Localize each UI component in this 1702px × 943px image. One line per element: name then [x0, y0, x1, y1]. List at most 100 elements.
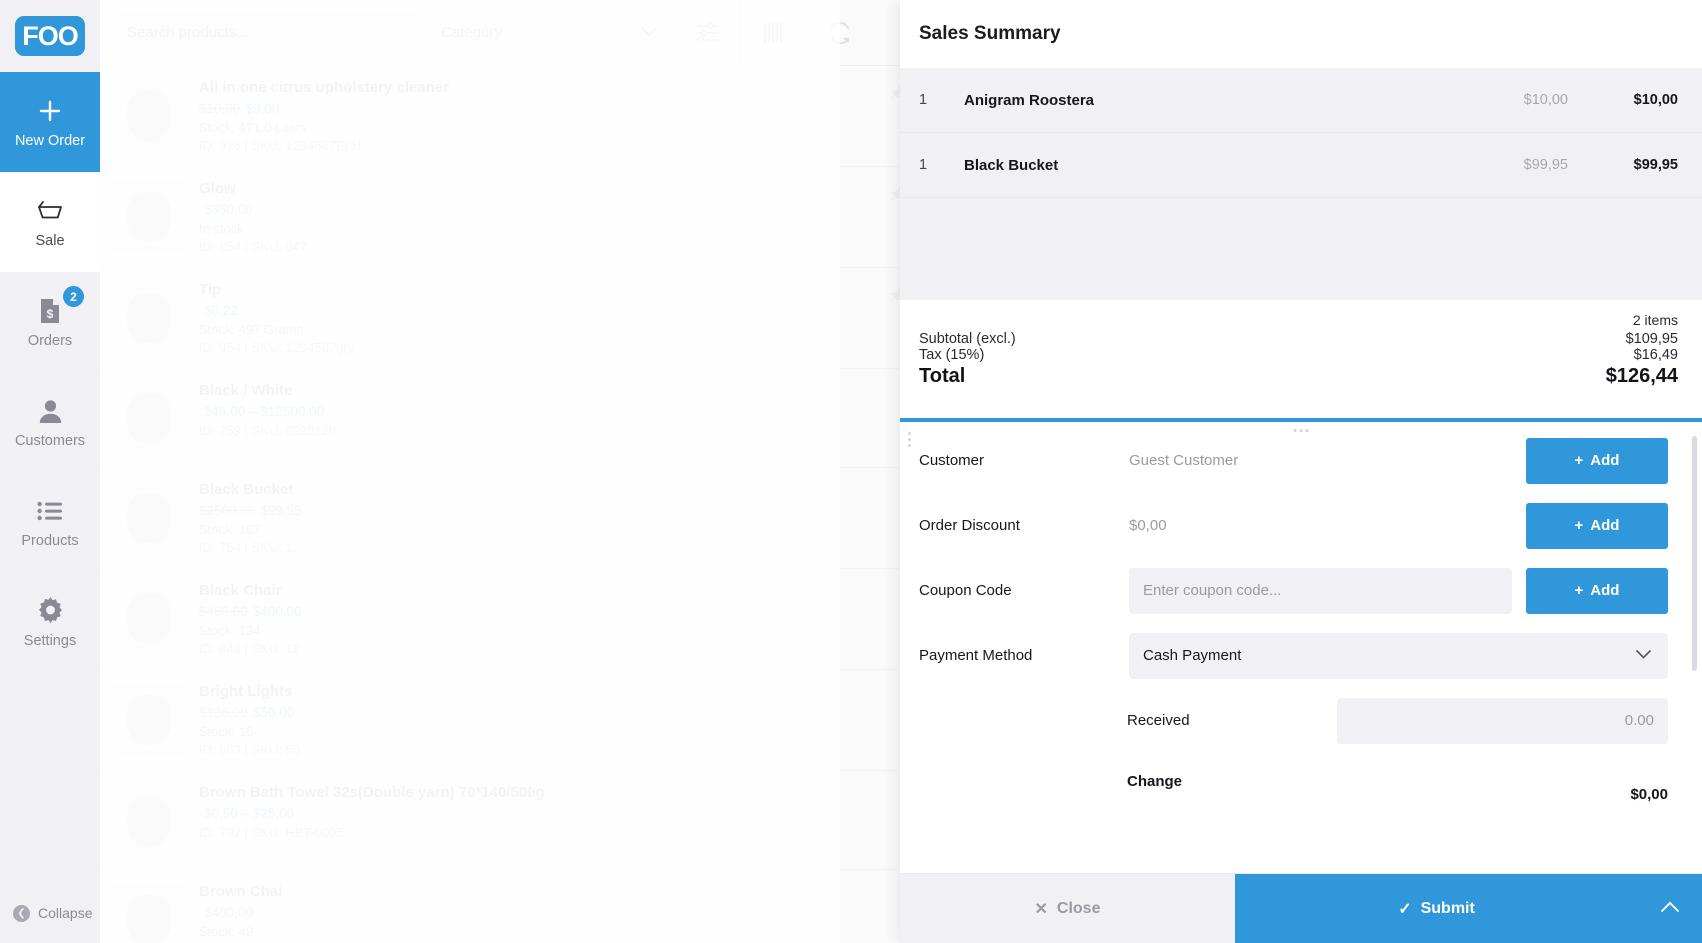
refresh-icon: [828, 21, 852, 45]
check-icon: ✓: [1398, 900, 1412, 918]
resize-handle-icon[interactable]: [1293, 429, 1309, 432]
expand-panel-button[interactable]: [1638, 874, 1702, 943]
product-meta: ID: 754 | SKU: 1: [199, 540, 293, 555]
product-list-item[interactable]: Brown Chai $400,00 Stock: 49: [100, 870, 940, 943]
product-list-item[interactable]: All in one citrus upholstery cleaner $10…: [100, 66, 940, 167]
sidebar-item-products[interactable]: Products: [0, 472, 100, 572]
cart-quantity: 1: [919, 92, 928, 108]
change-value: $0,00: [1630, 786, 1668, 803]
filter-button[interactable]: [674, 0, 740, 66]
product-list-item[interactable]: Bright Lights $136,00 $50,00 Stock: 16 ID…: [100, 670, 940, 771]
category-dropdown[interactable]: Category: [424, 0, 674, 66]
totals-block: 2 items Subtotal (excl.) $109,95 Tax (15…: [900, 300, 1702, 418]
add-discount-button[interactable]: + Add: [1526, 502, 1668, 549]
sidebar-item-label: Settings: [23, 632, 77, 649]
product-price: $45,00 – $12500,00: [199, 404, 926, 419]
sidebar-item-customers[interactable]: Customers: [0, 372, 100, 472]
product-list-item[interactable]: Black Chair $460,00 $400,00 Stock: 134 ID…: [100, 569, 940, 670]
product-thumbnail: [113, 382, 185, 454]
product-toolbar: Category: [100, 0, 940, 66]
product-meta: ID: 926 | SKU: 1234567BLU: [199, 138, 362, 153]
sidebar-item-settings[interactable]: Settings: [0, 572, 100, 672]
category-dropdown-label: Category: [441, 24, 502, 41]
product-list-item[interactable]: Black Bucket $2500,00 $99,95 Stock: 107 I…: [100, 468, 940, 569]
product-stock: Stock: 134: [199, 623, 261, 638]
add-coupon-button[interactable]: + Add: [1526, 567, 1668, 614]
plus-icon: +: [1574, 582, 1584, 599]
sidebar-item-orders[interactable]: 2 $ Orders: [0, 272, 100, 372]
product-meta: ID: 848 | SKU: 12: [199, 641, 300, 656]
product-name: Brown Bath Towel 32s(Double yarn) 70*140…: [199, 784, 545, 801]
product-sale-price: $50,00: [252, 705, 295, 720]
brand-logo[interactable]: FOO: [0, 0, 100, 72]
coupon-row: Coupon Code + Add: [900, 558, 1702, 623]
sliders-icon: [695, 21, 721, 45]
product-thumbnail: [113, 281, 185, 353]
sidebar-item-new-order[interactable]: New Order: [0, 72, 100, 172]
cart-quantity: 1: [919, 157, 928, 173]
product-thumbnail: [113, 883, 185, 943]
product-list[interactable]: All in one citrus upholstery cleaner $10…: [100, 66, 940, 943]
product-sale-price: $99,95: [260, 503, 302, 518]
cart-icon: [36, 196, 64, 226]
submit-button[interactable]: ✓ Submit: [1235, 874, 1638, 943]
sidebar-collapse-button[interactable]: ❮ Collapse: [0, 883, 100, 943]
add-customer-label: Add: [1590, 452, 1620, 469]
svg-text:$: $: [47, 307, 54, 321]
barcode-scan-button[interactable]: [740, 0, 806, 66]
order-discount-row: Order Discount $0,00 + Add: [900, 493, 1702, 558]
product-thumbnail: [113, 481, 185, 553]
product-list-item[interactable]: Glow $350,00 In stock ID: 854 | SKU: 047: [100, 167, 940, 268]
product-stock: Stock: 49: [199, 924, 254, 939]
coupon-input[interactable]: [1129, 567, 1512, 614]
received-row: Received: [900, 688, 1702, 753]
payment-method-select[interactable]: Cash Payment: [1129, 632, 1668, 679]
payment-method-row: Payment Method Cash Payment: [900, 623, 1702, 688]
product-sale-price: $0,50 – $25,00: [204, 806, 295, 821]
product-list-item[interactable]: Black / White $45,00 – $12500,00 ID: 759…: [100, 369, 940, 468]
sidebar-item-label: New Order: [14, 132, 86, 149]
sidebar: FOO New Order Sale 2 $ Orders Customers …: [0, 0, 100, 943]
tax-label: Tax (15%): [919, 347, 985, 363]
product-stock: Stock: 471.0 Liters: [199, 120, 307, 135]
refresh-button[interactable]: [806, 0, 872, 66]
order-discount-value: $0,00: [1129, 517, 1167, 534]
details-scrollbar[interactable]: [1692, 436, 1697, 671]
received-label: Received: [1127, 712, 1190, 729]
drag-handle-icon[interactable]: [908, 432, 911, 447]
product-old-price: $2500,00: [199, 503, 256, 518]
received-input[interactable]: [1337, 697, 1668, 744]
chevron-down-icon: [641, 24, 657, 41]
product-list-item[interactable]: Brown Bath Towel 32s(Double yarn) 70*140…: [100, 771, 940, 870]
sidebar-item-label: Products: [21, 532, 79, 549]
product-name: Black / White: [199, 382, 293, 399]
product-thumbnail: [113, 79, 185, 151]
invoice-dollar-icon: $: [38, 296, 62, 326]
pos-app: FOO New Order Sale 2 $ Orders Customers …: [0, 0, 1702, 943]
product-stock: In stock: [199, 221, 244, 236]
list-icon: [37, 496, 63, 526]
subtotal-label: Subtotal (excl.): [919, 331, 1016, 347]
cart-line-total: $10,00: [1633, 92, 1678, 108]
sidebar-item-sale[interactable]: Sale: [0, 172, 100, 272]
add-customer-button[interactable]: + Add: [1526, 437, 1668, 484]
product-name: Glow: [199, 180, 236, 197]
product-name: Bright Lights: [199, 683, 293, 700]
customer-value: Guest Customer: [1129, 452, 1239, 469]
cart-product-name: Black Bucket: [964, 156, 1059, 174]
cart-unit-price: $10,00: [1523, 92, 1568, 108]
cart-unit-price: $99,95: [1523, 157, 1568, 173]
product-price: $10,00 $9,00: [199, 101, 926, 116]
product-thumbnail: [113, 582, 185, 654]
product-list-item[interactable]: Tip $0,22 Stock: 497 Grams ID: 954 | SKU…: [100, 268, 940, 369]
search-input[interactable]: [113, 10, 418, 55]
close-button[interactable]: ✕ Close: [900, 874, 1235, 943]
cart-row[interactable]: 1 Anigram Roostera $10,00 $10,00: [900, 68, 1702, 133]
plus-icon: [37, 96, 63, 126]
change-label: Change: [1127, 772, 1183, 790]
total-label: Total: [919, 365, 966, 387]
product-thumbnail: [113, 180, 185, 252]
cart-row[interactable]: 1 Black Bucket $99,95 $99,95: [900, 133, 1702, 198]
product-old-price: $10,00: [199, 101, 241, 116]
